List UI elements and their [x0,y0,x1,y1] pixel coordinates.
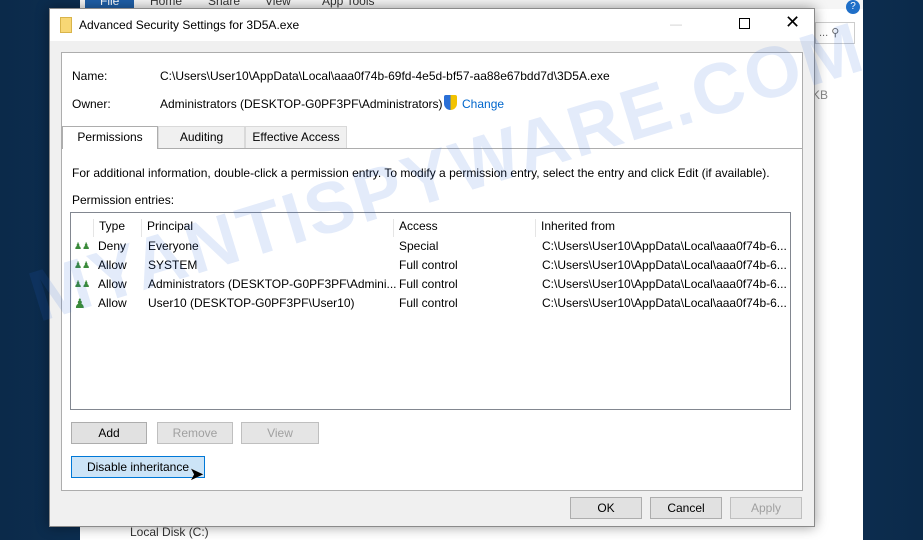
group-icon: ♟♟ [74,241,91,251]
group-icon: ♟♟ [74,279,91,289]
maximize-icon[interactable] [739,18,750,29]
search-hint: ... [819,27,829,39]
entry-inherited-from: C:\Users\User10\AppData\Local\aaa0f74b-6… [542,296,787,310]
column-header-access[interactable]: Access [393,219,438,237]
entry-access: Full control [399,296,458,310]
entry-access: Special [399,239,439,253]
ok-button[interactable]: OK [570,497,642,519]
entry-type: Deny [98,239,127,253]
ribbon-tab-home[interactable]: Home [150,0,182,8]
ribbon-tab-share[interactable]: Share [208,0,240,8]
dialog-title: Advanced Security Settings for 3D5A.exe [79,18,300,32]
minimize-icon: — [670,17,682,31]
entry-principal: Everyone [148,239,199,253]
nav-item-local-disk[interactable]: Local Disk (C:) [130,525,209,539]
advanced-security-dialog: Advanced Security Settings for 3D5A.exe … [49,8,815,527]
entry-access: Full control [399,277,458,291]
column-header-principal[interactable]: Principal [141,219,193,237]
entry-principal: User10 (DESKTOP-G0PF3PF\User10) [148,296,355,310]
search-icon: ⚲ [831,27,840,39]
entry-principal: SYSTEM [148,258,198,272]
help-icon[interactable]: ? [846,0,860,14]
tab-effective-access[interactable]: Effective Access [245,126,347,148]
mouse-cursor-icon: ➤ [189,464,205,484]
cancel-button[interactable]: Cancel [650,497,722,519]
info-text: For additional information, double-click… [72,166,770,180]
folder-icon [60,17,72,33]
ribbon-tab-file[interactable]: File [85,0,135,8]
change-owner-link[interactable]: Change [462,97,504,111]
entry-access: Full control [399,258,458,272]
column-header-inherited-from[interactable]: Inherited from [535,219,615,237]
permission-entries-label: Permission entries: [72,193,175,207]
remove-button[interactable]: Remove [157,422,233,444]
ribbon-tab-view[interactable]: View [265,0,291,8]
entry-inherited-from: C:\Users\User10\AppData\Local\aaa0f74b-6… [542,239,787,253]
owner-label: Owner: [72,97,111,111]
entry-principal: Administrators (DESKTOP-G0PF3PF\Admini..… [148,277,397,291]
ribbon-tab-app-tools[interactable]: App Tools [322,0,374,8]
tab-divider [61,148,803,149]
entry-type: Allow [98,296,127,310]
title-bar: Advanced Security Settings for 3D5A.exe … [50,9,814,41]
disable-inheritance-button[interactable]: Disable inheritance [71,456,205,478]
name-value: C:\Users\User10\AppData\Local\aaa0f74b-6… [160,69,610,83]
owner-value: Administrators (DESKTOP-G0PF3PF\Administ… [160,97,443,111]
apply-button[interactable]: Apply [730,497,802,519]
entry-type: Allow [98,258,127,272]
permission-entry-row[interactable]: ♟♟ Allow Administrators (DESKTOP-G0PF3PF… [71,275,790,294]
name-label: Name: [72,69,108,83]
view-button[interactable]: View [241,422,319,444]
close-icon[interactable]: ✕ [785,12,800,33]
group-icon: ♟♟ [74,260,91,270]
entry-inherited-from: C:\Users\User10\AppData\Local\aaa0f74b-6… [542,277,787,291]
uac-shield-icon [444,95,457,110]
permission-entry-row[interactable]: ♟ Allow User10 (DESKTOP-G0PF3PF\User10) … [71,294,790,313]
column-header-type[interactable]: Type [93,219,125,237]
permission-entries-list[interactable]: Type Principal Access Inherited from ♟♟ … [70,212,791,410]
entry-type: Allow [98,277,127,291]
user-icon: ♟ [74,296,86,311]
entry-inherited-from: C:\Users\User10\AppData\Local\aaa0f74b-6… [542,258,787,272]
permission-entry-row[interactable]: ♟♟ Deny Everyone Special C:\Users\User10… [71,237,790,256]
tab-auditing[interactable]: Auditing [158,126,245,148]
add-button[interactable]: Add [71,422,147,444]
permission-entry-row[interactable]: ♟♟ Allow SYSTEM Full control C:\Users\Us… [71,256,790,275]
tab-permissions[interactable]: Permissions [62,126,158,149]
explorer-search-box[interactable]: ... ⚲ [815,22,855,44]
